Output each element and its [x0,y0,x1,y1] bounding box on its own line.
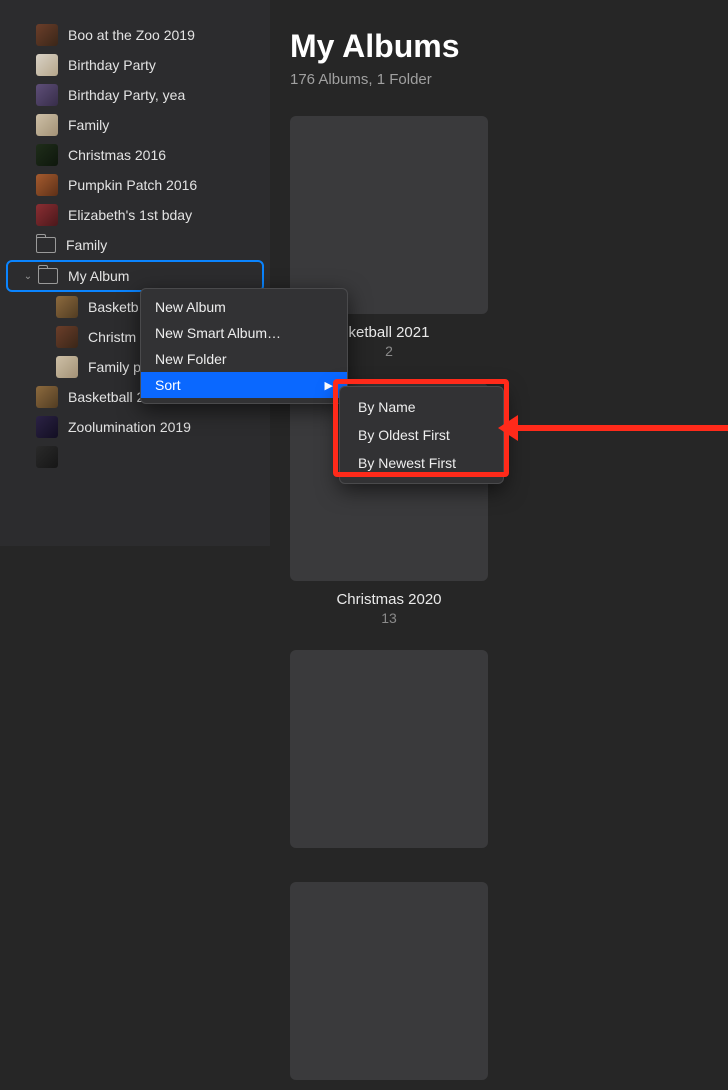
page-subtitle: 176 Albums, 1 Folder [290,71,718,88]
album-thumbnail [36,54,58,76]
sidebar-item[interactable]: Birthday Party [0,50,270,80]
sidebar-item[interactable]: Elizabeth's 1st bday [0,200,270,230]
album-thumbnail [36,416,58,438]
sidebar-item[interactable]: Family [0,110,270,140]
album-thumbnail [36,144,58,166]
sidebar: Boo at the Zoo 2019 Birthday Party Birthda… [0,0,270,546]
sidebar-item-label: Christm [88,329,136,345]
context-menu: New Album New Smart Album… New Folder So… [140,288,348,404]
album-cover [290,116,488,314]
folder-icon [36,237,56,253]
sidebar-item-label: Elizabeth's 1st bday [68,207,192,223]
sidebar-item[interactable]: Zoolumination 2019 [0,412,270,442]
page-title: My Albums [290,28,718,65]
sidebar-item-label: Family [66,237,107,253]
sort-by-newest[interactable]: By Newest First [340,449,503,477]
menu-new-album[interactable]: New Album [141,294,347,320]
albums-grid: ketball 20212Christmas 202013 [290,116,718,1090]
album-tile[interactable] [290,650,488,858]
album-thumbnail [56,326,78,348]
album-thumbnail [36,114,58,136]
sidebar-item-label: Pumpkin Patch 2016 [68,177,197,193]
sidebar-item[interactable] [0,442,270,472]
album-thumbnail [36,174,58,196]
sidebar-item-label: Basketb [88,299,139,315]
sidebar-item-label: Birthday Party [68,57,156,73]
sidebar-item-label: My Album [68,268,129,284]
sidebar-item[interactable]: Birthday Party, yea [0,80,270,110]
sidebar-item[interactable]: Family [0,230,270,260]
sidebar-item-label: Zoolumination 2019 [68,419,191,435]
album-thumbnail [36,24,58,46]
album-thumbnail [36,204,58,226]
sidebar-item-label: Family p [88,359,141,375]
album-thumbnail [36,386,58,408]
album-cover [290,882,488,1080]
album-thumbnail [56,356,78,378]
album-thumbnail [36,446,58,468]
album-cover [290,650,488,848]
sort-submenu: By Name By Oldest First By Newest First [339,386,504,484]
submenu-arrow-icon: ▶ [325,379,333,392]
sidebar-item-label: Christmas 2016 [68,147,166,163]
album-title: Christmas 2020 [290,591,488,608]
sidebar-item[interactable]: Boo at the Zoo 2019 [0,20,270,50]
sidebar-item-label: Boo at the Zoo 2019 [68,27,195,43]
sort-by-oldest[interactable]: By Oldest First [340,421,503,449]
album-count: 13 [290,610,488,626]
album-thumbnail [36,84,58,106]
sidebar-item[interactable]: Pumpkin Patch 2016 [0,170,270,200]
menu-sort[interactable]: Sort ▶ [141,372,347,398]
sort-by-name[interactable]: By Name [340,393,503,421]
chevron-down-icon[interactable]: ⌄ [22,270,34,282]
album-tile[interactable] [290,882,488,1090]
sidebar-item-label: Family [68,117,109,133]
folder-icon [38,268,58,284]
menu-new-folder[interactable]: New Folder [141,346,347,372]
sidebar-item[interactable]: Christmas 2016 [0,140,270,170]
album-thumbnail [56,296,78,318]
menu-new-smart-album[interactable]: New Smart Album… [141,320,347,346]
sidebar-item-label: Birthday Party, yea [68,87,185,103]
